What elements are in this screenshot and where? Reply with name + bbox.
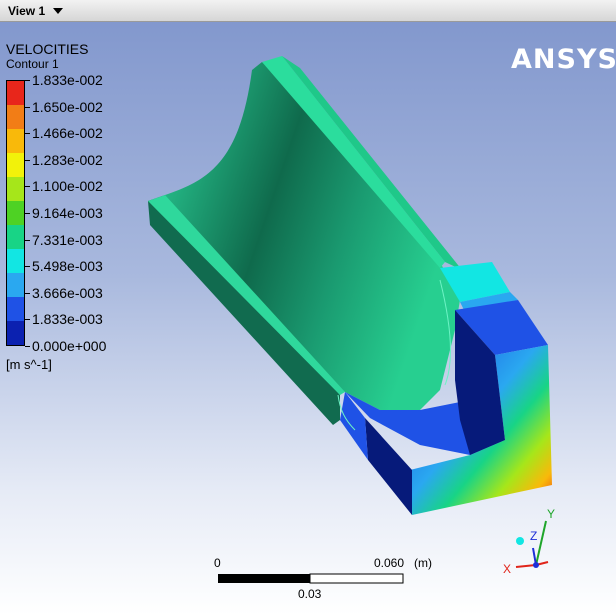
y-axis-line — [535, 520, 547, 566]
y-axis-label: Y — [547, 507, 555, 521]
x-axis-line — [515, 564, 537, 568]
z-axis-label: Z — [530, 529, 537, 543]
triad-origin — [533, 562, 539, 568]
3d-viewport[interactable]: View 1 ANSYS VELOCITIES Contour 1 1.833e… — [0, 0, 616, 615]
x-axis-label: X — [503, 562, 511, 576]
triad-view-ball[interactable] — [516, 537, 524, 545]
axis-triad[interactable]: Y X Z — [0, 0, 616, 615]
